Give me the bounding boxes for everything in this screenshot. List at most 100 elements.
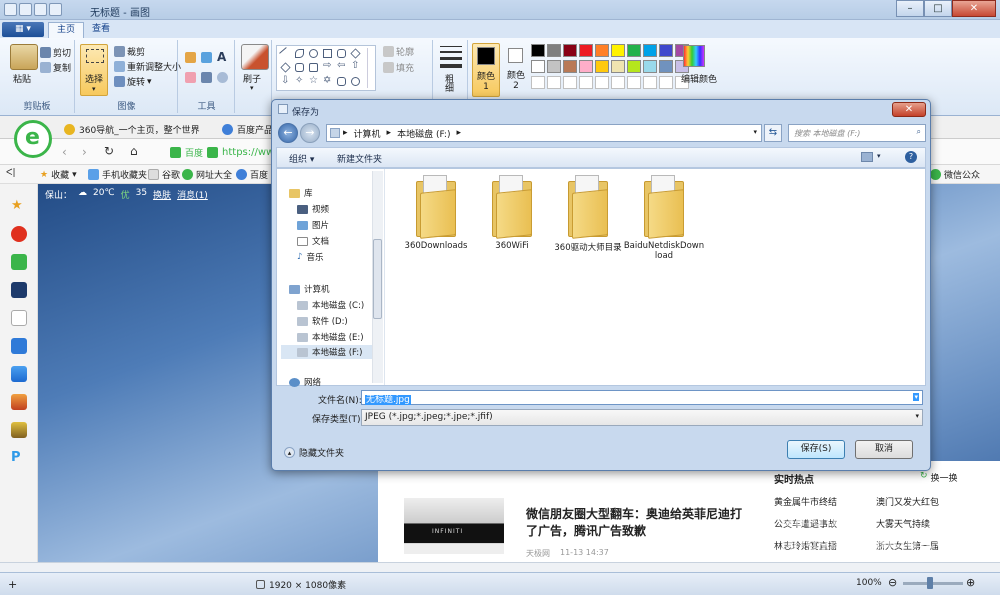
outline-button[interactable]: 轮廓 [383,45,414,58]
pentagon-shape-icon[interactable] [295,63,304,72]
breadcrumb-drive-f[interactable]: 本地磁盘 (F:) [397,127,450,140]
resize-button[interactable]: 重新调整大小 [114,60,181,73]
rounded-rectangle-shape-icon[interactable] [337,49,346,58]
close-button[interactable]: ✕ [952,0,996,17]
select-button[interactable]: 选择 ▾ [80,44,108,96]
tree-drive-e[interactable]: 本地磁盘 (E:) [297,331,364,343]
zoom-slider-thumb[interactable] [927,577,933,589]
palette-swatch[interactable] [531,60,545,73]
arrow-down-shape-icon[interactable]: ⇩ [281,75,289,86]
shapes-gallery-scroll[interactable] [367,48,375,88]
rotate-button[interactable]: 旋转 ▾ [114,75,152,88]
breadcrumb-dropdown-icon[interactable]: ▾ [753,128,757,136]
palette-swatch[interactable] [563,44,577,57]
palette-swatch-empty[interactable] [579,76,593,89]
file-name-dropdown-icon[interactable]: ▾ [913,393,919,401]
palette-swatch[interactable] [563,60,577,73]
arrow-left-shape-icon[interactable]: ⇦ [337,60,345,71]
callout-rect-shape-icon[interactable] [337,77,346,86]
magnifier-icon[interactable] [217,72,228,83]
canvas-horizontal-scrollbar[interactable] [0,562,1000,572]
eraser-icon[interactable] [185,72,196,83]
folder-item[interactable]: 360驱动大师目录 [547,175,629,253]
palette-swatch-empty[interactable] [611,76,625,89]
star5-shape-icon[interactable]: ☆ [309,75,318,86]
minimize-button[interactable]: – [896,0,924,17]
brush-icon[interactable] [241,44,269,70]
maximize-button[interactable]: □ [924,0,952,17]
color1-button[interactable]: 颜色 1 [472,43,500,97]
crop-button[interactable]: 裁剪 [114,45,145,58]
arrow-up-shape-icon[interactable]: ⇧ [351,60,359,71]
file-type-select[interactable]: JPEG (*.jpg;*.jpeg;*.jpe;*.jfif) ▾ [361,409,923,426]
tree-documents[interactable]: 文档 [297,235,329,247]
palette-swatch-empty[interactable] [531,76,545,89]
palette-swatch[interactable] [659,44,673,57]
tree-scrollbar-thumb[interactable] [373,239,382,319]
palette-swatch[interactable] [547,60,561,73]
hide-folders-toggle[interactable]: ▴ 隐藏文件夹 [284,446,344,459]
folder-item[interactable]: 360WiFi [471,175,553,251]
tree-network[interactable]: 网络 [289,376,321,388]
undo-icon[interactable] [34,3,47,16]
palette-swatch[interactable] [595,44,609,57]
back-button[interactable]: ← [278,123,298,143]
star4-shape-icon[interactable]: ✧ [295,75,303,86]
file-name-input[interactable]: 无标题.jpg ▾ [361,390,923,405]
size-button[interactable]: 粗细 [442,74,455,92]
help-icon[interactable]: ? [905,151,917,163]
star6-shape-icon[interactable]: ✡ [323,75,331,86]
save-button[interactable]: 保存(S) [787,440,845,459]
tree-libraries[interactable]: 库 [289,187,313,199]
paste-button[interactable]: 粘贴 [13,72,31,85]
palette-swatch[interactable] [643,44,657,57]
organize-button[interactable]: 组织 ▾ [289,152,314,165]
edit-colors-icon[interactable] [683,45,705,67]
palette-swatch-empty[interactable] [563,76,577,89]
size-icon[interactable] [440,46,462,70]
view-options-icon[interactable] [861,152,873,162]
tree-music[interactable]: ♪ 音乐 [297,251,323,263]
color2-button[interactable]: 颜色 2 [503,43,531,97]
edit-colors-button[interactable]: 编辑颜色 [681,72,717,85]
pencil-icon[interactable] [185,52,196,63]
diamond-shape-icon[interactable] [280,62,291,73]
rectangle-shape-icon[interactable] [323,49,332,58]
redo-icon[interactable] [49,3,62,16]
palette-swatch[interactable] [579,60,593,73]
breadcrumb[interactable]: ▸ 计算机 ▸ 本地磁盘 (F:) ▸ ▾ [326,124,762,142]
palette-swatch-empty[interactable] [547,76,561,89]
tree-computer[interactable]: 计算机 [289,283,330,295]
palette-swatch[interactable] [611,60,625,73]
polygon-shape-icon[interactable] [350,48,361,59]
palette-swatch-empty[interactable] [595,76,609,89]
paint-menu-button[interactable]: ▦ ▾ [2,22,44,37]
forward-button[interactable]: → [300,123,320,143]
palette-swatch[interactable] [627,44,641,57]
folder-item[interactable]: BaiduNetdiskDownload [623,175,705,261]
callout-oval-shape-icon[interactable] [351,77,360,86]
oval-shape-icon[interactable] [309,49,318,58]
paste-icon[interactable] [10,44,38,70]
refresh-button[interactable]: ⇆ [764,124,782,142]
palette-swatch[interactable] [579,44,593,57]
palette-swatch-empty[interactable] [659,76,673,89]
zoom-out-button[interactable]: ⊖ [888,576,897,589]
palette-swatch[interactable] [627,60,641,73]
palette-swatch[interactable] [547,44,561,57]
line-shape-icon[interactable] [279,47,292,60]
tree-videos[interactable]: 视频 [297,203,329,215]
cut-button[interactable]: 剪切 [40,46,71,59]
save-icon[interactable] [19,3,32,16]
color-picker-icon[interactable] [201,72,212,83]
cancel-button[interactable]: 取消 [855,440,913,459]
palette-swatch[interactable] [595,60,609,73]
folder-item[interactable]: 360Downloads [395,175,477,251]
hexagon-shape-icon[interactable] [309,63,318,72]
new-folder-button[interactable]: 新建文件夹 [337,152,382,165]
breadcrumb-computer[interactable]: 计算机 [354,127,381,140]
tree-drive-d[interactable]: 软件 (D:) [297,315,348,327]
tab-home[interactable]: 主页 [48,22,85,38]
zoom-in-button[interactable]: ⊕ [966,576,975,589]
palette-swatch[interactable] [659,60,673,73]
